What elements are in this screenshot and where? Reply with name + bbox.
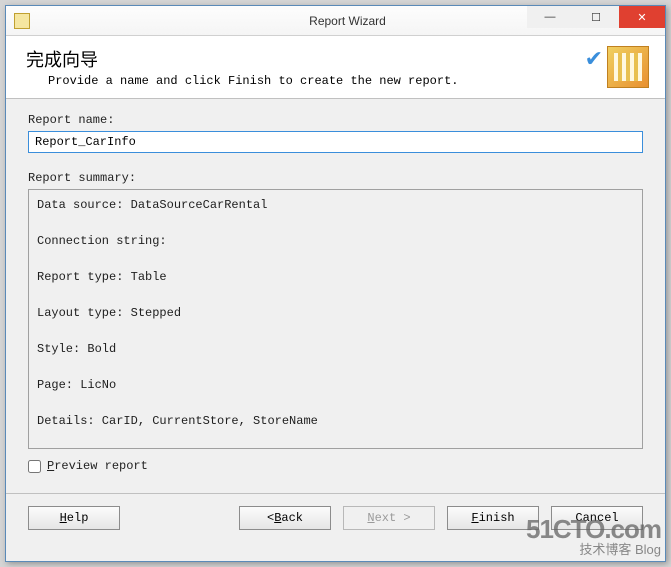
footer: Help < Back Next > Finish Cancel [6,494,665,542]
back-button[interactable]: < Back [239,506,331,530]
wizard-window: Report Wizard — ☐ ✕ 完成向导 Provide a name … [5,5,666,562]
page-subtitle: Provide a name and click Finish to creat… [48,74,599,88]
close-button[interactable]: ✕ [619,6,665,28]
cancel-button[interactable]: Cancel [551,506,643,530]
app-icon [14,13,30,29]
header-text: 完成向导 Provide a name and click Finish to … [26,46,599,88]
content-area: Report name: Report summary: Data source… [6,99,665,483]
window-controls: — ☐ ✕ [527,6,665,28]
preview-checkbox-row: Preview report [28,459,643,473]
preview-checkbox[interactable] [28,460,41,473]
next-button: Next > [343,506,435,530]
preview-checkbox-label[interactable]: Preview report [47,459,148,473]
report-name-input[interactable] [28,131,643,153]
wizard-icon [607,46,649,88]
minimize-button[interactable]: — [527,6,573,28]
report-name-label: Report name: [28,113,643,127]
help-button[interactable]: Help [28,506,120,530]
maximize-button[interactable]: ☐ [573,6,619,28]
report-summary-label: Report summary: [28,171,643,185]
titlebar: Report Wizard — ☐ ✕ [6,6,665,36]
finish-button[interactable]: Finish [447,506,539,530]
wizard-header: 完成向导 Provide a name and click Finish to … [6,36,665,99]
page-title: 完成向导 [26,46,599,72]
report-summary-box[interactable]: Data source: DataSourceCarRental Connect… [28,189,643,449]
checkmark-icon: ✔ [585,46,603,72]
